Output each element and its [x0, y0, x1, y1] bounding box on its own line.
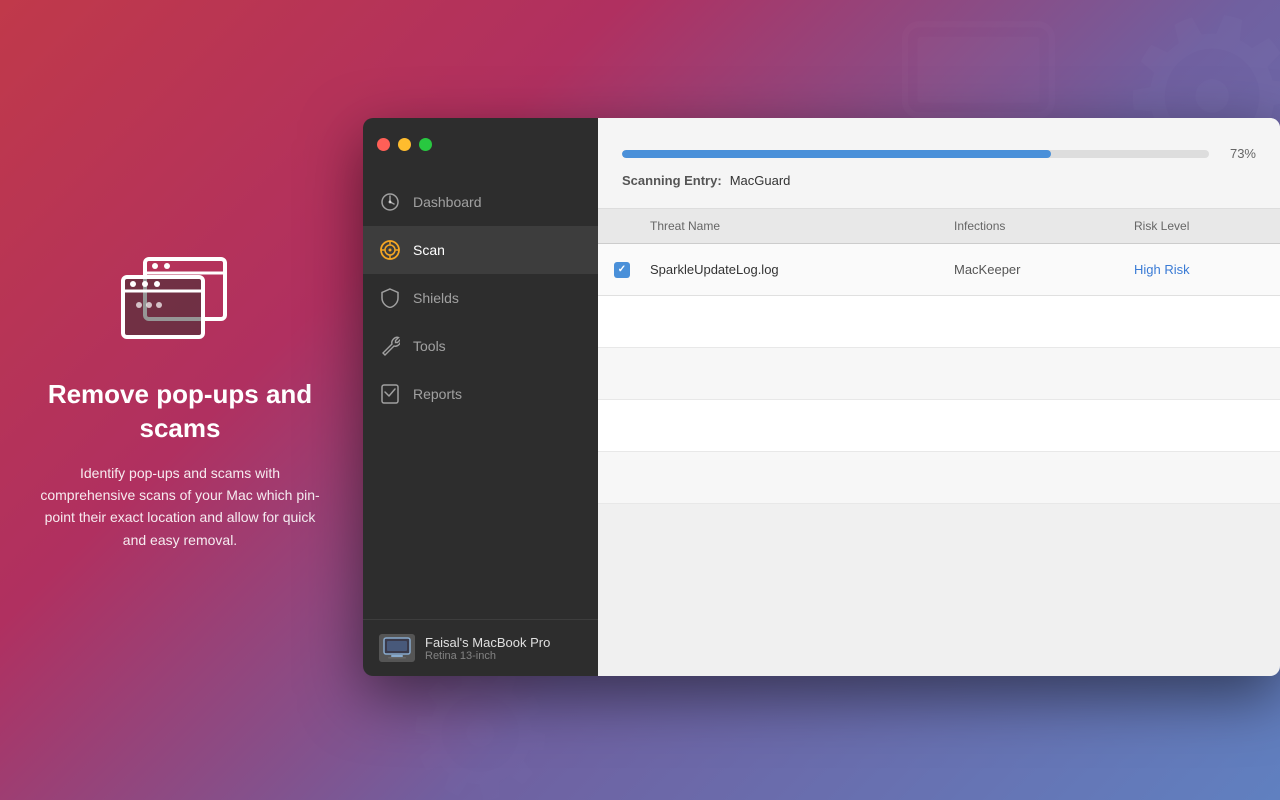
table-row[interactable]: SparkleUpdateLog.log MacKeeper High Risk — [598, 244, 1280, 296]
minimize-button[interactable] — [398, 138, 411, 151]
main-content: 73% Scanning Entry: MacGuard Threat Name… — [598, 118, 1280, 676]
risk-level-cell: High Risk — [1134, 262, 1264, 277]
sidebar-item-tools[interactable]: Tools — [363, 322, 598, 370]
titlebar — [363, 118, 598, 170]
mac-name: Faisal's MacBook Pro — [425, 635, 582, 650]
sidebar-footer: Faisal's MacBook Pro Retina 13-inch — [363, 619, 598, 676]
scan-entry-row: Scanning Entry: MacGuard — [622, 173, 1256, 188]
sidebar-label-reports: Reports — [413, 386, 462, 402]
sidebar-label-tools: Tools — [413, 338, 446, 354]
app-window: Dashboard Scan — [363, 118, 1280, 676]
sidebar-label-dashboard: Dashboard — [413, 194, 482, 210]
sidebar-item-dashboard[interactable]: Dashboard — [363, 178, 598, 226]
table-row-empty-3 — [598, 400, 1280, 452]
shields-icon — [379, 287, 401, 309]
maximize-button[interactable] — [419, 138, 432, 151]
sidebar-item-reports[interactable]: Reports — [363, 370, 598, 418]
scan-entry-value: MacGuard — [730, 173, 791, 188]
scan-icon — [379, 239, 401, 261]
mac-info: Faisal's MacBook Pro Retina 13-inch — [425, 635, 582, 662]
sidebar-item-shields[interactable]: Shields — [363, 274, 598, 322]
reports-icon — [379, 383, 401, 405]
sidebar-label-shields: Shields — [413, 290, 459, 306]
threat-table: Threat Name Infections Risk Level Sparkl… — [598, 209, 1280, 676]
table-row-empty-2 — [598, 348, 1280, 400]
tools-icon — [379, 335, 401, 357]
col-threat-name-header: Threat Name — [650, 219, 954, 233]
threat-name-cell: SparkleUpdateLog.log — [650, 262, 954, 277]
mac-icon — [379, 634, 415, 662]
hero-icon — [115, 249, 245, 354]
dashboard-icon — [379, 191, 401, 213]
close-button[interactable] — [377, 138, 390, 151]
table-row-empty-4 — [598, 452, 1280, 504]
checkbox-checked[interactable] — [614, 262, 630, 278]
sidebar-nav: Dashboard Scan — [363, 170, 598, 619]
sidebar-item-scan[interactable]: Scan — [363, 226, 598, 274]
progress-fill — [622, 150, 1051, 158]
progress-track — [622, 150, 1209, 158]
row-checkbox[interactable] — [614, 262, 650, 278]
table-header: Threat Name Infections Risk Level — [598, 209, 1280, 244]
scan-header: 73% Scanning Entry: MacGuard — [598, 118, 1280, 209]
hero-description: Identify pop-ups and scams with comprehe… — [40, 462, 320, 552]
scan-entry-label: Scanning Entry: — [622, 173, 722, 188]
sidebar: Dashboard Scan — [363, 118, 598, 676]
hero-title: Remove pop-ups and scams — [40, 378, 320, 446]
progress-bar-wrap: 73% — [622, 146, 1256, 161]
col-infections-header: Infections — [954, 219, 1134, 233]
mac-model: Retina 13-inch — [425, 650, 582, 662]
progress-percent: 73% — [1221, 146, 1256, 161]
windows-icon — [115, 249, 245, 349]
infections-cell: MacKeeper — [954, 262, 1134, 277]
table-row-empty-1 — [598, 296, 1280, 348]
col-risk-header: Risk Level — [1134, 219, 1264, 233]
hero-section: Remove pop-ups and scams Identify pop-up… — [0, 0, 360, 800]
sidebar-label-scan: Scan — [413, 242, 445, 258]
